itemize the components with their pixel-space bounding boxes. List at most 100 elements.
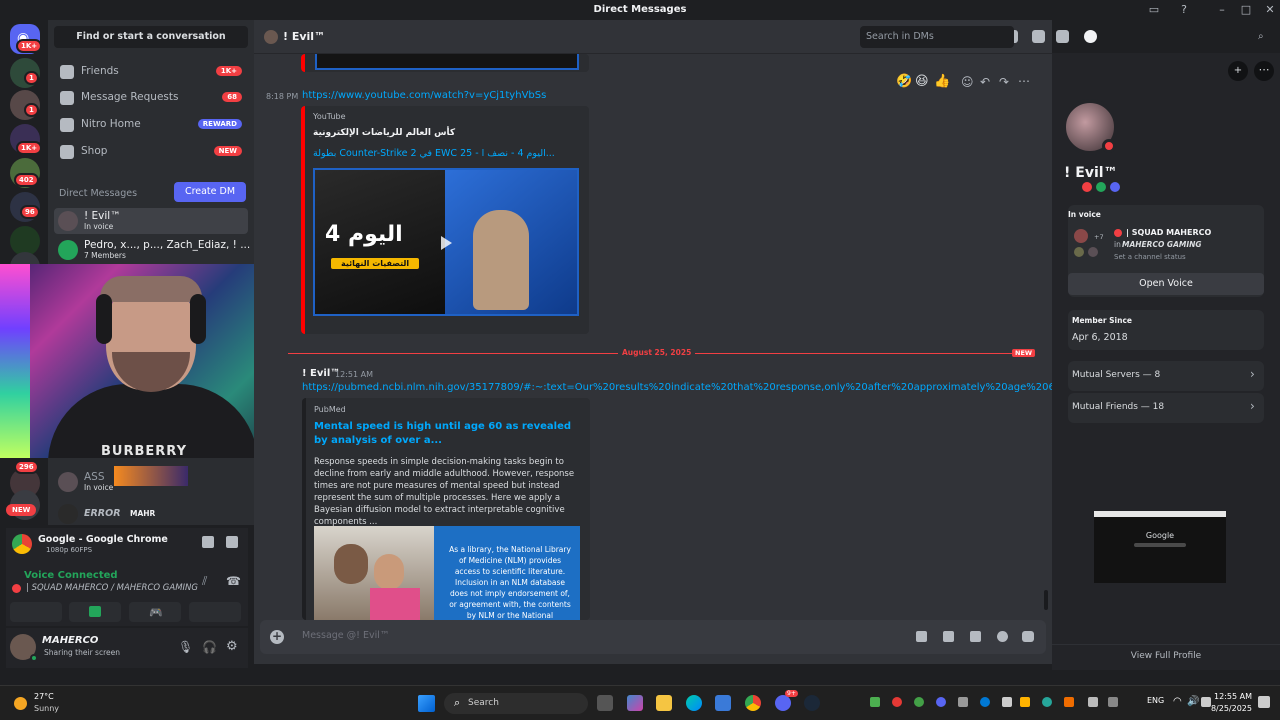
more-icon[interactable]: ⋯ [1018, 74, 1030, 88]
message-link[interactable]: https://www.youtube.com/watch?v=yCj1tyhV… [302, 90, 546, 101]
nav-friends[interactable]: Friends 1K+ [54, 60, 248, 84]
disconnect-icon[interactable]: ☎ [226, 574, 241, 588]
stream-preview[interactable]: Google [1094, 511, 1226, 583]
emoji-icon[interactable] [997, 631, 1008, 642]
search-dms-input[interactable]: Search in DMs [860, 26, 1014, 48]
image-shirt [370, 588, 420, 620]
soundboard-button[interactable] [189, 602, 241, 622]
voice-channel-name[interactable]: | SQUAD MAHERCO [1126, 228, 1211, 237]
settings-gear-icon[interactable]: ⚙ [226, 639, 238, 654]
message-link[interactable]: https://pubmed.ncbi.nlm.nih.gov/35177809… [302, 382, 1064, 393]
attach-plus-icon[interactable]: + [270, 630, 284, 644]
popout-icon[interactable] [226, 536, 238, 548]
activity-thumbnail [114, 466, 188, 486]
mutual-servers-row[interactable]: Mutual Servers — 8 › [1068, 361, 1264, 391]
store-icon[interactable] [715, 695, 731, 711]
inbox-icon[interactable]: ▭ [1146, 3, 1162, 17]
signal-icon[interactable]: ⫽ [202, 574, 207, 589]
wifi-icon[interactable]: ◠ [1173, 696, 1182, 707]
headphones-icon[interactable]: 🎧 [202, 640, 217, 654]
username[interactable]: MAHERCO [42, 635, 98, 646]
screen-share-button[interactable] [69, 602, 121, 622]
more-icon[interactable]: ⋯ [1254, 61, 1274, 81]
embed-thumbnail[interactable] [315, 54, 579, 70]
maximize-icon[interactable]: □ [1238, 3, 1254, 17]
language-indicator[interactable]: ENG [1147, 696, 1164, 705]
message-input[interactable]: Message @! Evil™ [302, 630, 389, 641]
dm-item-error[interactable]: ERROR MAHR [54, 501, 248, 527]
microphone-icon[interactable]: 🎙 [178, 640, 193, 654]
tray-app-icon[interactable] [1020, 697, 1030, 707]
tray-app-icon[interactable] [1088, 697, 1098, 707]
view-full-profile-link[interactable]: View Full Profile [1052, 651, 1280, 661]
profile-toggle-icon[interactable] [1084, 30, 1097, 43]
nav-shop[interactable]: Shop NEW [54, 140, 248, 164]
forward-icon[interactable]: ↷ [999, 75, 1009, 89]
discord-icon[interactable] [775, 695, 791, 711]
tray-app-icon[interactable] [936, 697, 946, 707]
open-voice-button[interactable]: Open Voice [1068, 273, 1264, 295]
badge-icon[interactable] [1110, 182, 1120, 192]
tray-app-icon[interactable] [1042, 697, 1052, 707]
embed-description: Response speeds in simple decision-makin… [314, 457, 575, 527]
embed-title[interactable]: Mental speed is high until age 60 as rev… [314, 420, 580, 448]
badge-icon[interactable] [1082, 182, 1092, 192]
reaction-smile-icon[interactable]: 😆 [915, 74, 929, 89]
windows-start-icon[interactable] [418, 695, 435, 712]
edge-icon[interactable] [686, 695, 702, 711]
help-icon[interactable]: ? [1176, 3, 1192, 17]
embed-link[interactable]: بطولة Counter-Strike 2 في EWC 25 - اليوم… [313, 148, 573, 159]
play-icon[interactable] [441, 236, 452, 250]
stop-stream-icon[interactable] [202, 536, 214, 548]
pinned-icon[interactable] [1032, 30, 1045, 43]
volume-icon[interactable]: 🔊 [1187, 696, 1199, 707]
tray-app-icon[interactable] [870, 697, 880, 707]
dm-item-ass[interactable]: ASS In voice [54, 466, 248, 495]
steam-icon[interactable] [804, 695, 820, 711]
sticker-icon[interactable] [970, 631, 981, 642]
apps-icon[interactable] [1022, 631, 1034, 642]
rgb-light [0, 264, 30, 458]
badge-icon[interactable] [1096, 182, 1106, 192]
create-dm-button[interactable]: Create DM [174, 182, 246, 202]
add-friends-icon[interactable] [1056, 30, 1069, 43]
video-thumbnail[interactable]: اليوم 4 التصفيات النهائية [313, 168, 579, 316]
mutual-friends-row[interactable]: Mutual Friends — 18 › [1068, 393, 1264, 423]
embed-image[interactable]: As a library, the National Library of Me… [314, 526, 580, 620]
embed-title[interactable]: كأس العالم للرياضات الإلكترونية [313, 128, 513, 138]
add-reaction-icon[interactable]: ☺ [961, 75, 974, 89]
dm-item-group[interactable]: Pedro, x..., p..., Zach_Ediaz, ! ... 7 Me… [54, 237, 250, 263]
nav-message-requests[interactable]: Message Requests 68 [54, 86, 248, 110]
gif-icon[interactable] [943, 631, 954, 642]
taskbar-search[interactable]: ⌕ Search [444, 693, 588, 714]
scrollbar[interactable] [1044, 590, 1048, 610]
notifications-icon[interactable] [1258, 696, 1270, 708]
tray-app-icon[interactable] [1002, 697, 1012, 707]
close-icon[interactable]: ✕ [1262, 3, 1278, 17]
tray-app-icon[interactable] [980, 697, 990, 707]
clock-time[interactable]: 12:55 AM [1210, 692, 1252, 701]
copilot-icon[interactable] [627, 695, 643, 711]
reply-icon[interactable]: ↶ [980, 75, 990, 89]
channel-status[interactable]: Set a channel status [1114, 253, 1186, 261]
gift-icon[interactable] [916, 631, 927, 642]
video-toggle-button[interactable] [10, 602, 62, 622]
file-explorer-icon[interactable] [656, 695, 672, 711]
reaction-laugh-icon[interactable]: 🤣 [896, 74, 912, 89]
dm-item-evil[interactable]: ! Evil™ In voice [54, 208, 248, 234]
tray-app-icon[interactable] [892, 697, 902, 707]
voice-channel[interactable]: | SQUAD MAHERCO / MAHERCO GAMING [26, 583, 198, 593]
find-conversation-button[interactable]: Find or start a conversation [54, 26, 248, 48]
weather-temp[interactable]: 27°C [34, 692, 54, 701]
tray-app-icon[interactable] [914, 697, 924, 707]
activities-button[interactable]: 🎮 [129, 602, 181, 622]
task-view-icon[interactable] [597, 695, 613, 711]
nav-nitro-home[interactable]: Nitro Home REWARD [54, 113, 248, 137]
reaction-thumbs-icon[interactable]: 👍 [934, 74, 950, 89]
minimize-icon[interactable]: – [1214, 3, 1230, 17]
add-friend-icon[interactable]: + [1228, 61, 1248, 81]
tray-app-icon[interactable] [1064, 697, 1074, 707]
tray-app-icon[interactable] [958, 697, 968, 707]
chrome-icon[interactable] [745, 695, 761, 711]
tray-chevron-icon[interactable] [1108, 697, 1118, 707]
